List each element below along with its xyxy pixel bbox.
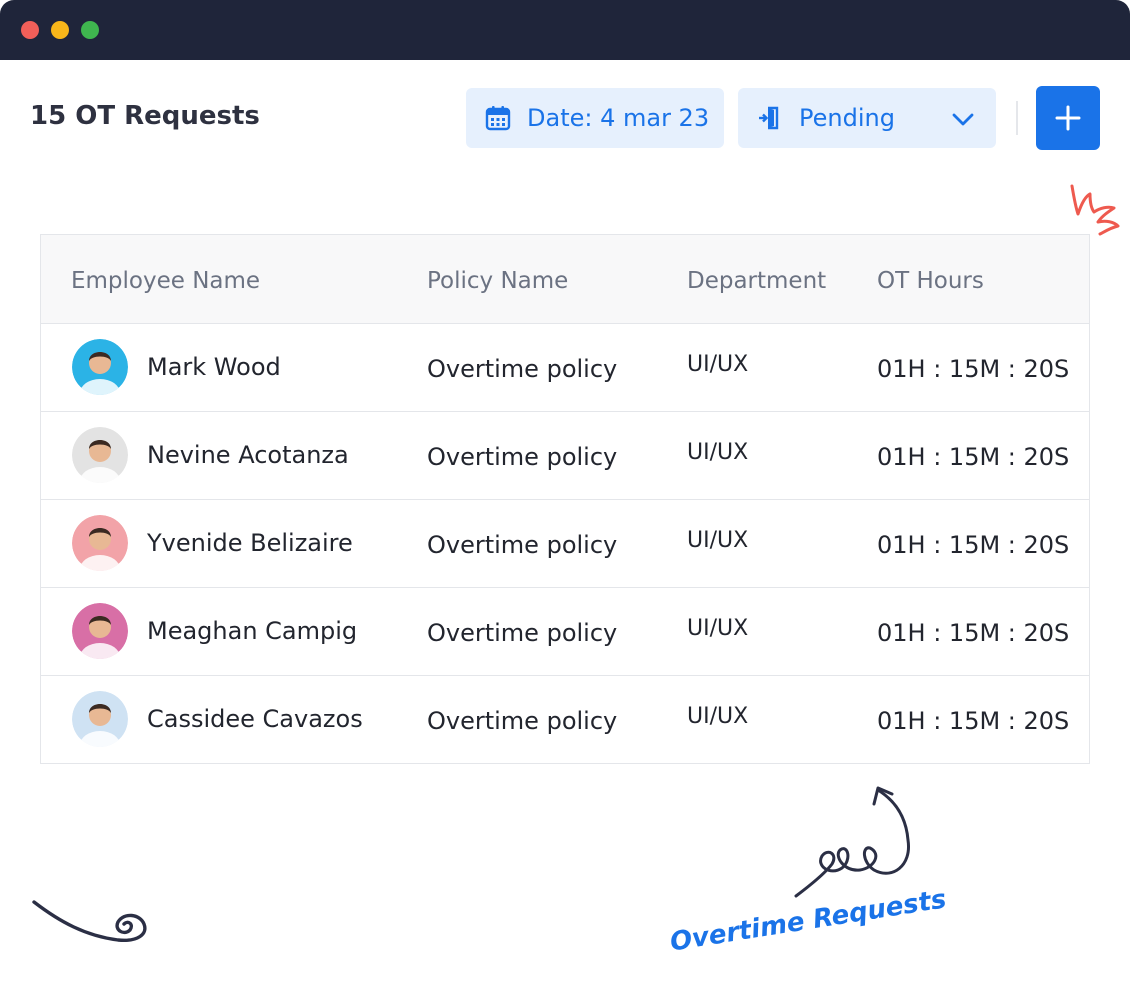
avatar	[72, 691, 128, 747]
avatar	[72, 603, 128, 659]
status-filter-dropdown[interactable]: Pending	[738, 88, 996, 148]
department: UI/UX	[687, 440, 749, 465]
table-row[interactable]: Nevine Acotanza Overtime policy UI/UX 01…	[41, 412, 1089, 500]
ot-hours: 01H : 15M : 20S	[877, 443, 1070, 471]
department: UI/UX	[687, 616, 749, 641]
curly-arrow-icon	[794, 786, 910, 898]
chevron-down-icon	[950, 106, 976, 132]
close-window-button[interactable]	[21, 21, 39, 39]
minimize-window-button[interactable]	[51, 21, 69, 39]
ot-hours: 01H : 15M : 20S	[877, 707, 1070, 735]
maximize-window-button[interactable]	[81, 21, 99, 39]
policy-name: Overtime policy	[427, 355, 618, 383]
column-header-employee-name[interactable]: Employee Name	[71, 265, 260, 297]
table-row[interactable]: Meaghan Campig Overtime policy UI/UX 01H…	[41, 588, 1089, 676]
avatar	[72, 427, 128, 483]
ot-hours: 01H : 15M : 20S	[877, 619, 1070, 647]
policy-name: Overtime policy	[427, 443, 618, 471]
policy-name: Overtime policy	[427, 707, 618, 735]
table-row[interactable]: Mark Wood Overtime policy UI/UX 01H : 15…	[41, 324, 1089, 412]
date-filter-label: Date: 4 mar 23	[527, 104, 710, 132]
spiral-doodle-icon	[32, 900, 147, 942]
policy-name: Overtime policy	[427, 531, 618, 559]
door-enter-icon	[757, 105, 783, 131]
policy-name: Overtime policy	[427, 619, 618, 647]
avatar	[72, 515, 128, 571]
avatar	[72, 339, 128, 395]
status-filter-label: Pending	[799, 104, 895, 132]
column-header-ot-hours[interactable]: OT Hours	[877, 265, 984, 297]
department: UI/UX	[687, 528, 749, 553]
employee-name: Yvenide Belizaire	[147, 529, 353, 557]
toolbar-divider	[1016, 101, 1018, 135]
employee-name: Meaghan Campig	[147, 617, 358, 645]
column-header-department[interactable]: Department	[687, 265, 826, 297]
ot-hours: 01H : 15M : 20S	[877, 355, 1070, 383]
employee-name: Mark Wood	[147, 353, 281, 381]
department: UI/UX	[687, 352, 749, 377]
table-header: Employee Name Policy Name Department OT …	[41, 235, 1089, 324]
window-titlebar	[0, 0, 1130, 60]
table-row[interactable]: Yvenide Belizaire Overtime policy UI/UX …	[41, 500, 1089, 588]
date-filter-button[interactable]: Date: 4 mar 23	[466, 88, 724, 148]
employee-name: Cassidee Cavazos	[147, 705, 363, 733]
ot-hours: 01H : 15M : 20S	[877, 531, 1070, 559]
department: UI/UX	[687, 704, 749, 729]
add-request-button[interactable]	[1036, 86, 1100, 150]
employee-name: Nevine Acotanza	[147, 441, 349, 469]
ot-requests-table: Employee Name Policy Name Department OT …	[40, 234, 1090, 764]
plus-icon	[1054, 104, 1082, 132]
page-title: 15 OT Requests	[30, 101, 260, 131]
zigzag-doodle-icon	[1070, 184, 1120, 236]
column-header-policy-name[interactable]: Policy Name	[427, 265, 568, 297]
calendar-icon	[485, 105, 511, 131]
table-row[interactable]: Cassidee Cavazos Overtime policy UI/UX 0…	[41, 676, 1089, 764]
